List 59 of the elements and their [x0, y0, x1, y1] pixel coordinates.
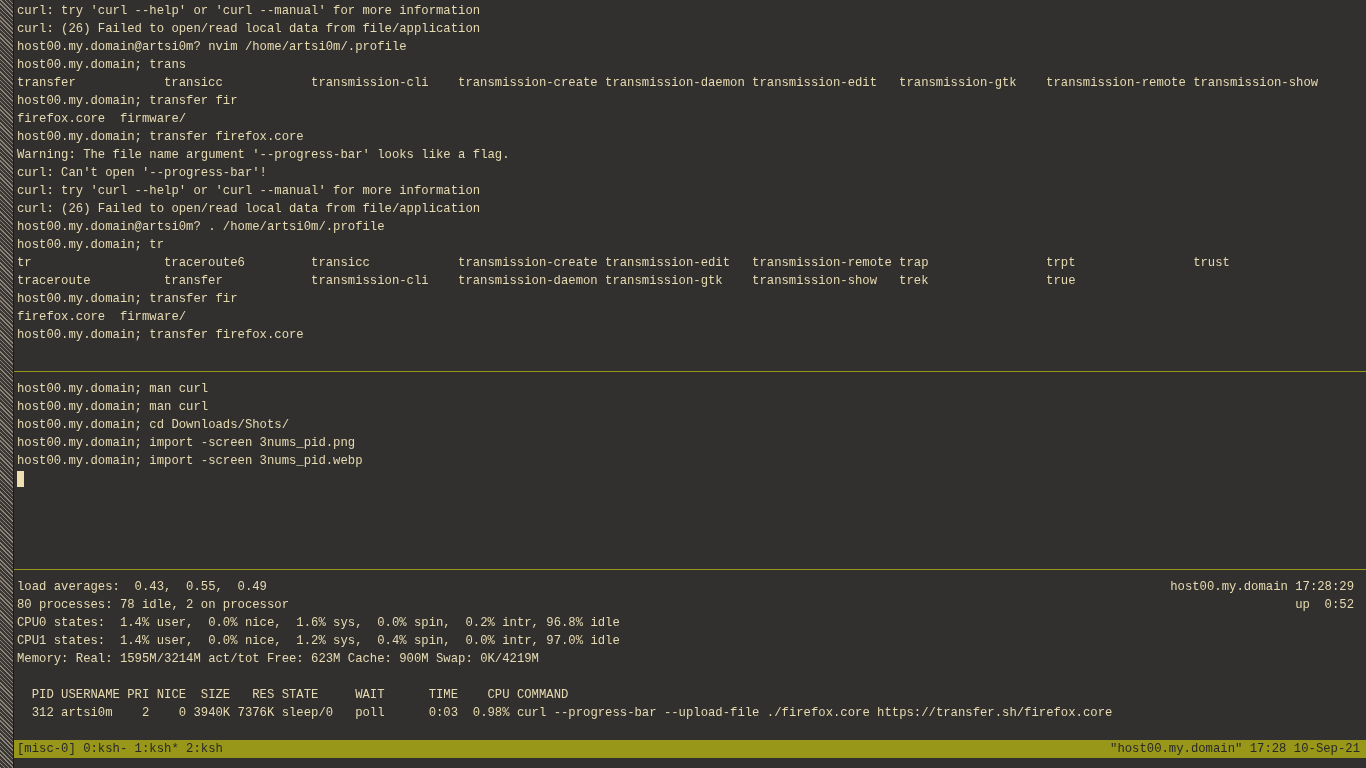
completion-item: transmission-edit	[605, 256, 731, 270]
completion-item: tr	[17, 256, 32, 270]
completion-item: transmission-create	[458, 256, 598, 270]
cursor	[17, 471, 24, 487]
completion-item: transmission-remote	[1046, 76, 1186, 90]
completion-item: traceroute	[17, 274, 91, 288]
output-line: curl: (26) Failed to open/read local data from file/application	[17, 21, 481, 38]
completion-item: trpt	[1046, 256, 1076, 270]
completion-item: traceroute6	[164, 256, 245, 270]
output-line: host00.my.domain@artsi0m? . /home/artsi0m/.profile	[17, 219, 385, 236]
output-line: PID USERNAME PRI NICE SIZE RES STATE WAIT TIME CPU COMMAND	[30, 687, 569, 704]
completion-item: transfer	[17, 76, 76, 90]
completion-item: trek	[899, 274, 929, 288]
output-line: host00.my.domain; transfer firefox.core	[17, 327, 304, 344]
completion-item: transmission-create	[458, 76, 598, 90]
completion-item: transmission-daemon	[458, 274, 598, 288]
output-line: firefox.core firmware/	[17, 111, 187, 128]
output-line: host00.my.domain; man curl	[17, 399, 209, 416]
output-line: host00.my.domain; trans	[17, 57, 187, 74]
completion-item: transmission-gtk	[605, 274, 723, 288]
output-line: CPU0 states: 1.4% user, 0.0% nice, 1.6% sys, 0.0% spin, 0.2% intr, 96.8% idle	[17, 615, 620, 632]
completion-item: transmission-cli	[311, 274, 429, 288]
completion-item: transmission-cli	[311, 76, 429, 90]
output-line: host00.my.domain; tr	[17, 237, 165, 254]
output-line: up 0:52	[1295, 597, 1354, 614]
output-line: host00.my.domain; import -screen 3nums_pid.webp	[17, 453, 363, 470]
status-left: [misc-0] 0:ksh- 1:ksh* 2:ksh	[17, 741, 223, 758]
completion-item: true	[1046, 274, 1076, 288]
completion-item: transmission-show	[1193, 76, 1319, 90]
output-line: curl: (26) Failed to open/read local data from file/application	[17, 201, 481, 218]
output-line: host00.my.domain@artsi0m? nvim /home/artsi0m/.profile	[17, 39, 407, 56]
output-line: host00.my.domain; transfer fir	[17, 291, 238, 308]
status-right: "host00.my.domain" 17:28 10-Sep-21	[1110, 741, 1360, 758]
output-line: curl: try 'curl --help' or 'curl --manual' for more information	[17, 3, 481, 20]
output-line: load averages: 0.43, 0.55, 0.49	[17, 579, 267, 596]
completion-item: transmission-remote	[752, 256, 892, 270]
completion-item: transmission-gtk	[899, 76, 1017, 90]
output-line: 80 processes: 78 idle, 2 on processor	[17, 597, 289, 614]
completion-item: trust	[1193, 256, 1230, 270]
output-line: host00.my.domain; transfer firefox.core	[17, 129, 304, 146]
completion-item: transicc	[164, 76, 223, 90]
output-line: curl: Can't open '--progress-bar'!	[17, 165, 267, 182]
completion-item: transfer	[164, 274, 223, 288]
output-line: Warning: The file name argument '--progress-bar' looks like a flag.	[17, 147, 510, 164]
completion-item: transicc	[311, 256, 370, 270]
output-line: host00.my.domain; man curl	[17, 381, 209, 398]
completion-item: transmission-edit	[752, 76, 878, 90]
output-line: host00.my.domain; import -screen 3nums_pid.png	[17, 435, 356, 452]
output-line: CPU1 states: 1.4% user, 0.0% nice, 1.2% sys, 0.4% spin, 0.0% intr, 97.0% idle	[17, 633, 620, 650]
output-line: firefox.core firmware/	[17, 309, 187, 326]
completion-item: transmission-show	[752, 274, 878, 288]
output-line: Memory: Real: 1595M/3214M act/tot Free: 623M Cache: 900M Swap: 0K/4219M	[17, 651, 539, 668]
output-line: host00.my.domain; cd Downloads/Shots/	[17, 417, 289, 434]
completion-item: transmission-daemon	[605, 76, 745, 90]
output-line: curl: try 'curl --help' or 'curl --manual' for more information	[17, 183, 481, 200]
output-line: host00.my.domain 17:28:29	[1170, 579, 1354, 596]
completion-item: trap	[899, 256, 929, 270]
output-line: 312 artsi0m 2 0 3940K 7376K sleep/0 poll 0:03 0.98% curl --progress-bar --upload-file ./firefox.core https://transfer.sh/firefox.core	[30, 705, 1113, 722]
output-line: host00.my.domain; transfer fir	[17, 93, 238, 110]
